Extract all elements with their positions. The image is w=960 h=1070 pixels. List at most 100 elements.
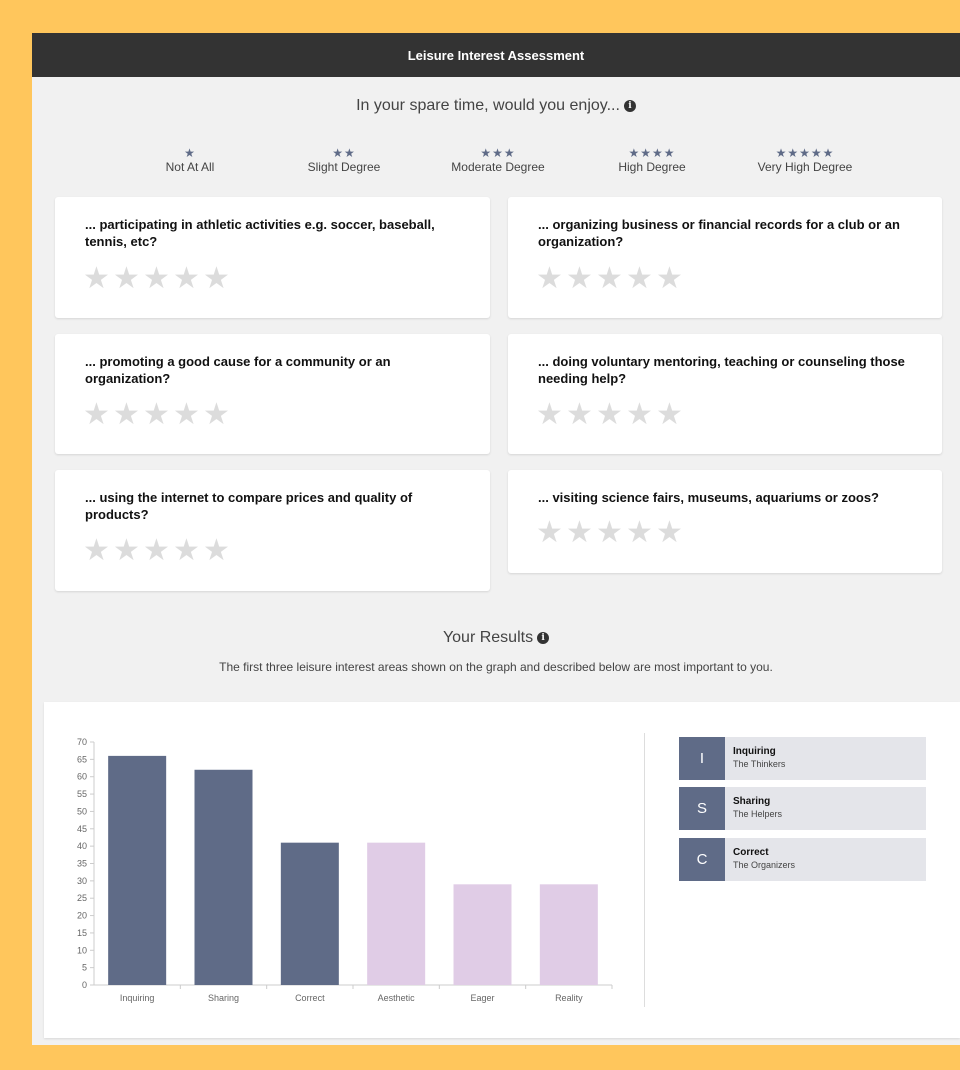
interest-letter: S xyxy=(679,787,725,830)
y-tick-label: 40 xyxy=(77,841,87,851)
star-rating[interactable]: ★ ★ ★ ★ ★ xyxy=(536,264,683,294)
star-icon[interactable]: ★ xyxy=(656,400,683,430)
info-icon[interactable]: i xyxy=(537,631,550,644)
results-bar-chart: 0 5 10 15 20 25 30 35 40 45 50 55 60 65 70 Inquiring Sha… xyxy=(77,737,613,1003)
bar-aesthetic xyxy=(367,842,426,985)
question-card: ... organizing business or financial rec… xyxy=(508,197,942,318)
star-icon[interactable]: ★ xyxy=(113,264,140,294)
question-text: ... visiting science fairs, museums, aqu… xyxy=(538,490,879,505)
star-rating[interactable]: ★ ★ ★ ★ ★ xyxy=(536,400,683,430)
x-tick-label: Aesthetic xyxy=(378,993,416,1003)
star-icon[interactable]: ★ xyxy=(173,536,200,566)
star-icon[interactable]: ★ xyxy=(566,400,593,430)
interest-letter: C xyxy=(679,838,725,881)
results-title: Your Results xyxy=(442,629,534,646)
scale-item-high: ★★★★ High Degree xyxy=(582,146,722,174)
results-subtitle: The first three leisure interest areas s… xyxy=(219,660,773,674)
interest-name: Inquiring xyxy=(733,746,776,757)
star-icon[interactable]: ★ xyxy=(173,264,200,294)
star-icon[interactable]: ★ xyxy=(656,518,683,548)
star-icon[interactable]: ★ xyxy=(536,518,563,548)
star-rating[interactable]: ★ ★ ★ ★ ★ xyxy=(83,400,230,430)
top-interest-correct: C Correct The Organizers xyxy=(679,838,926,881)
star-icon[interactable]: ★ xyxy=(626,264,653,294)
question-card: ... doing voluntary mentoring, teaching … xyxy=(508,334,942,454)
star-icon[interactable]: ★ xyxy=(626,518,653,548)
top-interest-sharing: S Sharing The Helpers xyxy=(679,787,926,830)
question-prompt: In your spare time, would you enjoy... i xyxy=(32,97,960,115)
question-card: ... using the internet to compare prices… xyxy=(55,470,490,591)
star-icon[interactable]: ★ xyxy=(83,264,110,294)
star-icon[interactable]: ★ xyxy=(536,400,563,430)
star-rating[interactable]: ★ ★ ★ ★ ★ xyxy=(83,264,230,294)
star-icon[interactable]: ★ xyxy=(143,264,170,294)
star-icon[interactable]: ★ xyxy=(83,536,110,566)
scale-stars-icon: ★★★★★ xyxy=(775,146,835,160)
interest-description: The Thinkers xyxy=(733,759,786,769)
header-bar: Leisure Interest Assessment xyxy=(32,33,960,77)
interest-letter: I xyxy=(679,737,725,780)
y-tick-label: 10 xyxy=(77,945,87,955)
star-icon[interactable]: ★ xyxy=(203,400,230,430)
y-tick-label: 20 xyxy=(77,911,87,921)
star-icon[interactable]: ★ xyxy=(203,264,230,294)
question-prompt-text: In your spare time, would you enjoy... xyxy=(356,97,620,114)
interest-description: The Helpers xyxy=(733,809,783,819)
star-icon[interactable]: ★ xyxy=(656,264,683,294)
page-title: Leisure Interest Assessment xyxy=(407,47,585,63)
y-tick-label: 25 xyxy=(77,893,87,903)
scale-label: Not At All xyxy=(165,160,215,174)
bar-inquiring xyxy=(108,755,167,985)
y-tick-label: 65 xyxy=(77,754,87,764)
scale-item-not-at-all: ★ Not At All xyxy=(120,146,260,174)
y-tick-label: 60 xyxy=(77,772,87,782)
bar-correct xyxy=(280,842,339,985)
scale-label: High Degree xyxy=(618,160,686,174)
assessment-app: Leisure Interest Assessment In your spar… xyxy=(32,33,960,1045)
scale-stars-icon: ★★ xyxy=(332,146,356,160)
scale-item-moderate: ★★★ Moderate Degree xyxy=(428,146,568,174)
star-icon[interactable]: ★ xyxy=(626,400,653,430)
interest-name: Sharing xyxy=(733,796,771,807)
scale-item-very-high: ★★★★★ Very High Degree xyxy=(735,146,875,174)
star-icon[interactable]: ★ xyxy=(203,536,230,566)
star-icon[interactable]: ★ xyxy=(596,400,623,430)
star-icon[interactable]: ★ xyxy=(173,400,200,430)
x-tick-label: Correct xyxy=(295,993,325,1003)
star-icon[interactable]: ★ xyxy=(596,518,623,548)
star-rating[interactable]: ★ ★ ★ ★ ★ xyxy=(83,536,230,566)
star-icon[interactable]: ★ xyxy=(536,264,563,294)
star-icon[interactable]: ★ xyxy=(143,400,170,430)
y-tick-label: 45 xyxy=(77,824,87,834)
interest-name: Correct xyxy=(733,847,769,858)
star-icon[interactable]: ★ xyxy=(113,400,140,430)
results-heading: Your Results i xyxy=(32,629,960,647)
y-tick-label: 70 xyxy=(77,737,87,747)
star-icon[interactable]: ★ xyxy=(596,264,623,294)
star-rating[interactable]: ★ ★ ★ ★ ★ xyxy=(536,518,683,548)
star-icon[interactable]: ★ xyxy=(113,536,140,566)
star-icon[interactable]: ★ xyxy=(143,536,170,566)
star-icon[interactable]: ★ xyxy=(566,264,593,294)
results-panel: 0 5 10 15 20 25 30 35 40 45 50 55 60 65 70 Inquiring Sha… xyxy=(44,702,960,1038)
interest-description: The Organizers xyxy=(733,860,796,870)
question-text: ... participating in athletic activities… xyxy=(85,217,435,249)
question-card: ... participating in athletic activities… xyxy=(55,197,490,318)
question-text: ... organizing business or financial rec… xyxy=(538,217,900,249)
scale-stars-icon: ★ xyxy=(184,146,196,160)
question-card: ... promoting a good cause for a communi… xyxy=(55,334,490,454)
scale-label: Very High Degree xyxy=(757,160,853,174)
star-icon[interactable]: ★ xyxy=(566,518,593,548)
bar-sharing xyxy=(194,769,253,985)
question-text: ... doing voluntary mentoring, teaching … xyxy=(538,354,905,386)
y-tick-label: 30 xyxy=(77,876,87,886)
star-icon[interactable]: ★ xyxy=(83,400,110,430)
y-tick-label: 5 xyxy=(82,963,87,973)
bar-reality xyxy=(539,884,598,985)
scale-item-slight: ★★ Slight Degree xyxy=(274,146,414,174)
y-tick-label: 0 xyxy=(82,980,87,990)
info-icon[interactable]: i xyxy=(623,99,636,112)
x-tick-label: Eager xyxy=(470,993,494,1003)
rating-scale-legend: ★ Not At All ★★ Slight Degree ★★★ Modera… xyxy=(32,146,960,186)
top-interest-inquiring: I Inquiring The Thinkers xyxy=(679,737,926,780)
